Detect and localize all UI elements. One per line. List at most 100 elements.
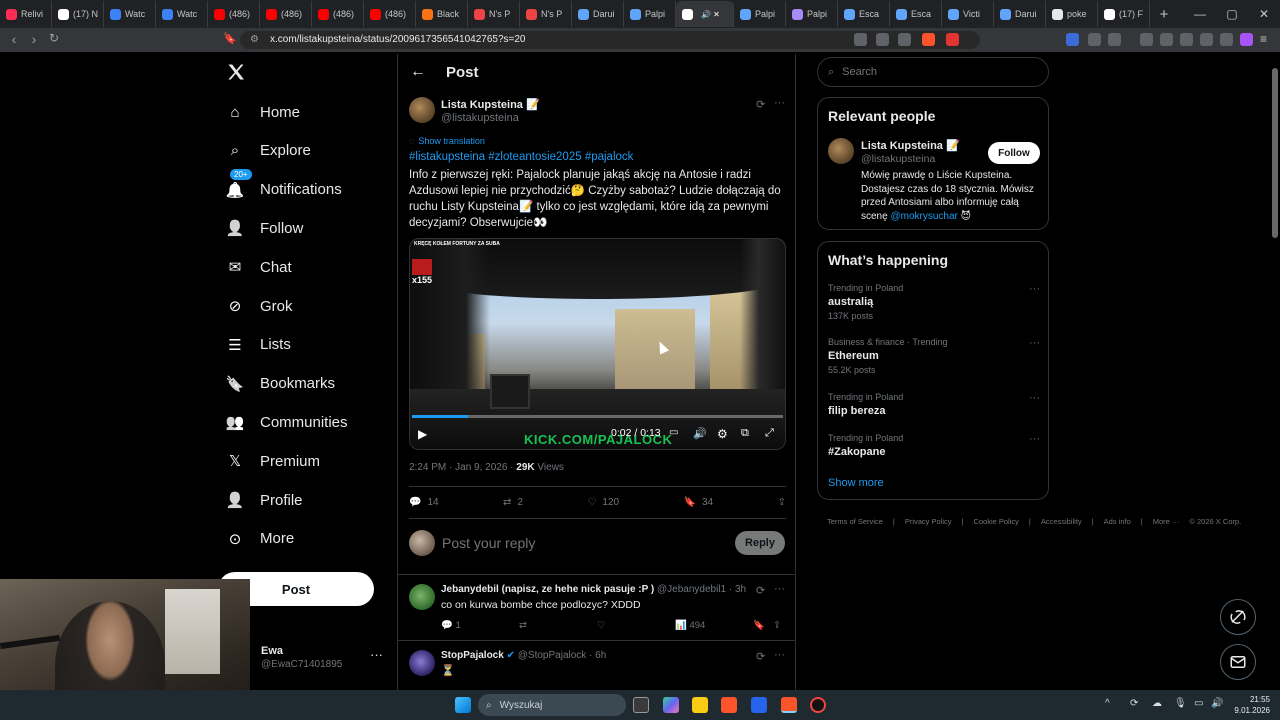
reply-input[interactable]: Post your reply — [442, 535, 535, 551]
follow-button[interactable]: Follow — [988, 142, 1040, 164]
footer-link[interactable]: Privacy Policy — [905, 517, 952, 526]
tray-chevron-icon[interactable]: ^ — [1105, 698, 1110, 709]
tab-audio-close-icon[interactable]: 🔊 ✕ — [701, 10, 720, 19]
relevant-handle[interactable]: @listakupsteina — [861, 153, 935, 165]
settings-gear-icon[interactable]: ⚙ — [717, 427, 728, 441]
footer-link[interactable]: Cookie Policy — [973, 517, 1018, 526]
browser-tab[interactable]: (17) N — [52, 1, 104, 27]
browser-tab[interactable]: Black — [416, 1, 468, 27]
reply-author-handle[interactable]: @Jebanydebil1 · 3h — [657, 584, 746, 595]
nav-item-explore[interactable]: ⌕ Explore — [226, 136, 311, 166]
brave-icon[interactable] — [721, 697, 737, 713]
file-explorer-icon[interactable] — [692, 697, 708, 713]
grok-explain-icon[interactable]: ⟳ — [756, 98, 765, 111]
heart-icon[interactable]: ♡ — [597, 620, 606, 631]
store-icon[interactable] — [751, 697, 767, 713]
browser-tab[interactable]: (486) — [260, 1, 312, 27]
trend-more-icon[interactable]: ··· — [1029, 433, 1040, 445]
play-icon[interactable]: ▶ — [418, 427, 427, 441]
vpn-icon[interactable] — [1220, 33, 1233, 46]
profile-icon[interactable] — [1240, 33, 1253, 46]
author-avatar[interactable] — [409, 97, 435, 123]
nav-item-grok[interactable]: ⊘ Grok — [226, 291, 293, 321]
maximize-button[interactable]: ▢ — [1216, 7, 1248, 21]
repost-action[interactable]: ⇄ 2 — [503, 497, 523, 508]
volume-icon[interactable]: 🔊 — [693, 427, 707, 440]
bookmark-page-icon[interactable]: 🔖 — [220, 32, 240, 45]
task-view-icon[interactable] — [633, 697, 649, 713]
reply-avatar[interactable] — [409, 650, 435, 676]
nav-item-premium[interactable]: 𝕏 Premium — [226, 446, 320, 476]
wallet-icon[interactable] — [1180, 33, 1193, 46]
back-nav-icon[interactable]: ‹ — [4, 31, 24, 47]
nav-item-profile[interactable]: 👤 Profile — [226, 485, 303, 515]
nav-item-bookmarks[interactable]: 🔖 Bookmarks — [226, 369, 335, 399]
footer-link[interactable]: © 2026 X Corp. — [1189, 517, 1241, 526]
browser-tab[interactable]: poke — [1046, 1, 1098, 27]
puzzle-extensions-icon[interactable] — [1088, 33, 1101, 46]
show-more-link[interactable]: Show more — [828, 477, 884, 489]
media-icon[interactable] — [1140, 33, 1153, 46]
brave-rewards-icon[interactable] — [946, 33, 959, 46]
nav-item-more[interactable]: ⊙ More — [226, 524, 294, 554]
taskbar-clock[interactable]: 21:55 9.01.2026 — [1230, 694, 1270, 716]
nav-item-communities[interactable]: 👥 Communities — [226, 407, 348, 437]
browser-tab[interactable]: Palpi — [624, 1, 676, 27]
brave-active-icon[interactable] — [781, 697, 797, 713]
browser-tab[interactable]: Esca — [890, 1, 942, 27]
views-action[interactable]: 📊 494 — [675, 620, 705, 631]
windows-start-icon[interactable] — [455, 697, 471, 713]
share-action[interactable]: ⇪ — [778, 497, 786, 508]
new-tab-button[interactable]: + — [1150, 6, 1178, 23]
brave-shield-icon[interactable] — [922, 33, 935, 46]
author-name[interactable]: Lista Kupsteina 📝 — [441, 98, 540, 111]
tray-network-icon[interactable]: ▭ — [1194, 698, 1203, 709]
cast-icon[interactable] — [854, 33, 867, 46]
like-action[interactable]: ♡ 120 — [587, 497, 619, 508]
tab-search-icon[interactable] — [1108, 33, 1121, 46]
url-field[interactable]: ⚙ x.com/listakupsteina/status/2009617356… — [240, 31, 980, 49]
browser-tab[interactable]: (486) — [364, 1, 416, 27]
share-icon[interactable]: ⇪ — [773, 620, 781, 631]
tray-cloud-icon[interactable]: ☁ — [1152, 698, 1162, 709]
browser-tab[interactable]: Darui — [572, 1, 624, 27]
page-scrollbar[interactable] — [1270, 54, 1280, 720]
site-info-icon[interactable]: ⚙ — [250, 31, 259, 49]
back-arrow-icon[interactable]: ← — [410, 63, 426, 81]
copilot-icon[interactable] — [663, 697, 679, 713]
browser-tab[interactable]: (486) — [312, 1, 364, 27]
reply-action[interactable]: 💬 14 — [409, 497, 439, 508]
browser-tab[interactable]: Watc — [104, 1, 156, 27]
browser-tab[interactable]: (17) F — [1098, 1, 1150, 27]
grok-fab-icon[interactable] — [1220, 599, 1256, 635]
nav-item-home[interactable]: ⌂ Home — [226, 97, 300, 127]
tweet-hashtags[interactable]: #listakupsteina #zloteantosie2025 #pajal… — [409, 151, 633, 163]
bio-mention-link[interactable]: @mokrysuchar — [890, 211, 957, 222]
browser-tab[interactable]: Victi — [942, 1, 994, 27]
reload-icon[interactable]: ↻ — [44, 31, 64, 45]
tweet-timestamp[interactable]: 2:24 PM · Jan 9, 2026 · — [409, 462, 516, 473]
messages-fab-icon[interactable] — [1220, 644, 1256, 680]
footer-link[interactable]: Ads info — [1104, 517, 1131, 526]
close-window-button[interactable]: ✕ — [1248, 7, 1280, 21]
author-handle[interactable]: @listakupsteina — [441, 112, 519, 124]
share-icon[interactable] — [898, 33, 911, 46]
browser-tab[interactable]: N's P — [520, 1, 572, 27]
browser-tab[interactable]: Darui — [994, 1, 1046, 27]
nav-item-lists[interactable]: ☰ Lists — [226, 330, 291, 360]
browser-tab[interactable]: Palpi — [734, 1, 786, 27]
captions-icon[interactable]: ▭ — [669, 427, 678, 438]
trend-item[interactable]: Business & finance · Trending Ethereum 5… — [828, 337, 1040, 375]
account-more-icon[interactable]: ··· — [370, 647, 383, 662]
reply-avatar[interactable] — [409, 584, 435, 610]
footer-link[interactable]: Terms of Service — [827, 517, 883, 526]
show-translation[interactable]: ◌ Show translation — [409, 136, 485, 146]
search-input[interactable]: ⌕ Search — [817, 57, 1049, 87]
translate-icon[interactable] — [876, 33, 889, 46]
reply-author-name[interactable]: Jebanydebil (napisz, ze hehe nick pasuje… — [441, 584, 654, 595]
trend-item[interactable]: Trending in Poland filip bereza ··· — [828, 392, 1040, 417]
fullscreen-icon[interactable]: ⤢ — [765, 427, 774, 440]
pip-icon[interactable]: ⧉ — [741, 427, 749, 440]
obs-icon[interactable] — [810, 697, 826, 713]
browser-tab[interactable]: N's P — [468, 1, 520, 27]
